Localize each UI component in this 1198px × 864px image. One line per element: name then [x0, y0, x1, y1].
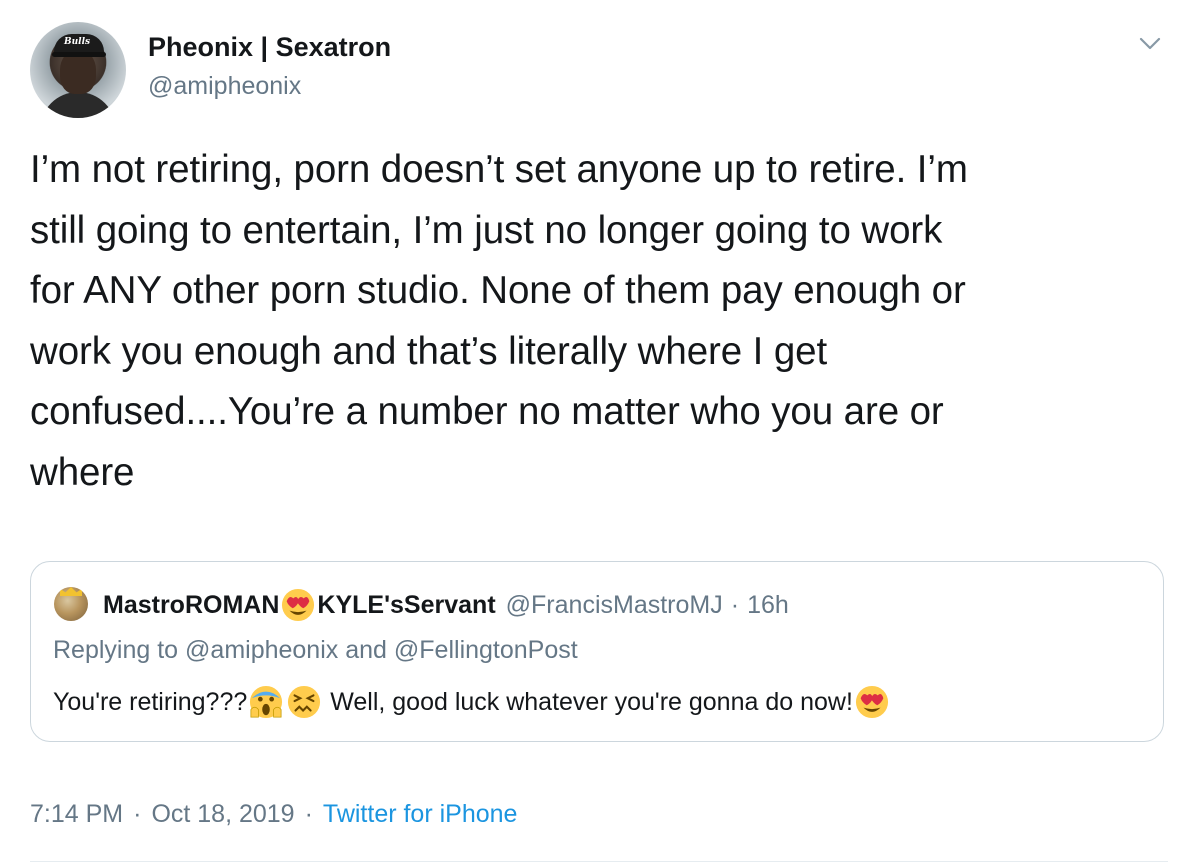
avatar-cap-text: Bulls: [64, 37, 91, 47]
quoted-tweet-age: 16h: [747, 590, 789, 619]
heart-eyes-svg: [282, 588, 315, 622]
replying-prefix: Replying to: [53, 636, 179, 664]
footer-separator: ·: [304, 799, 313, 828]
tweet-date[interactable]: Oct 18, 2019: [151, 800, 294, 829]
heart-eyes-svg: [855, 685, 888, 719]
author-display-name[interactable]: Pheonix | Sexatron: [148, 32, 391, 63]
meta-separator: ·: [730, 590, 740, 619]
quoted-tweet-text: You're retiring??? Well, good luck whate…: [53, 684, 891, 720]
avatar-shirt: [40, 92, 116, 118]
quoted-author-name: MastroROMAN: [103, 590, 280, 619]
confounded-face-svg: [288, 685, 321, 719]
tweet-source-link[interactable]: Twitter for iPhone: [323, 800, 518, 829]
author-handle[interactable]: @amipheonix: [148, 72, 301, 101]
heart-eyes-icon: [281, 588, 315, 622]
divider: [30, 861, 1168, 862]
confounded-face-icon: [287, 685, 321, 719]
avatar-cap-brim: [52, 52, 106, 57]
quoted-tweet-header: MastroROMAN KYLE'sServant @FrancisMastro…: [103, 588, 789, 622]
replying-user-1: @amipheonix: [185, 636, 339, 664]
chevron-down-icon[interactable]: [1138, 34, 1162, 54]
replying-user-2: @FellingtonPost: [393, 636, 578, 664]
face-screaming-icon: [249, 685, 283, 719]
quoted-text-part-2: Well, good luck whatever you're gonna do…: [323, 687, 853, 716]
crown-icon: [60, 587, 82, 596]
tweet-footer: 7:14 PM · Oct 18, 2019 · Twitter for iPh…: [30, 796, 517, 832]
tweet-detail: Bulls Pheonix | Sexatron @amipheonix I’m…: [0, 0, 1198, 864]
author-avatar[interactable]: Bulls: [30, 22, 126, 118]
heart-eyes-icon: [855, 685, 889, 719]
replying-and: and: [345, 636, 387, 664]
replying-to-line: Replying to @amipheonix and @FellingtonP…: [53, 636, 578, 665]
face-screaming-svg: [250, 685, 283, 719]
tweet-text: I’m not retiring, porn doesn’t set anyon…: [30, 148, 968, 494]
quoted-author-avatar: [54, 587, 88, 621]
tweet-time[interactable]: 7:14 PM: [30, 800, 123, 829]
chevron-down-icon-svg: [1139, 37, 1161, 50]
footer-separator: ·: [133, 799, 142, 828]
quoted-author-handle: @FrancisMastroMJ: [505, 590, 723, 619]
quoted-text-part-1: You're retiring???: [53, 687, 248, 716]
quoted-author-name-suffix: KYLE'sServant: [317, 590, 496, 619]
quoted-tweet-card[interactable]: MastroROMAN KYLE'sServant @FrancisMastro…: [30, 561, 1164, 742]
